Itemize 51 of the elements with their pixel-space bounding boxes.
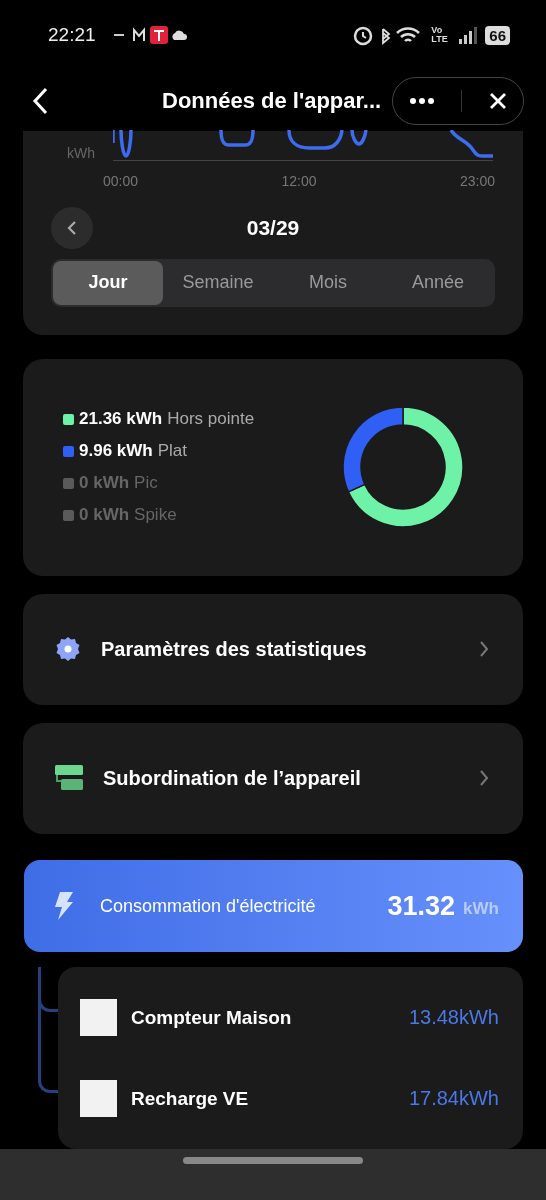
device-photo-placeholder: [80, 1080, 117, 1118]
signal-icon: [457, 26, 478, 45]
date-label: 03/29: [245, 215, 301, 240]
menu-row[interactable]: Subordination de l’appareil: [23, 722, 523, 835]
device-row[interactable]: Recharge VE 17.84kWh: [80, 1058, 499, 1140]
legend-value: 0 kWh: [79, 505, 130, 526]
page-title: Données de l'appar...: [162, 87, 382, 114]
dash-icon: [113, 34, 125, 37]
y-axis-unit: kWh: [67, 144, 96, 161]
lightning-icon: [54, 892, 74, 921]
chevron-right-icon: [479, 640, 489, 659]
battery-indicator: 66: [485, 25, 510, 45]
period-tab[interactable]: Semaine: [163, 260, 273, 305]
x-axis-label: 12:00: [281, 172, 317, 189]
more-icon: [409, 97, 434, 104]
device-consumption-value: 17.84kWh: [408, 1087, 499, 1111]
legend-label: Hors pointe: [167, 409, 255, 430]
close-icon: [488, 91, 507, 110]
bluetooth-icon: [382, 28, 391, 46]
legend-value: 21.36 kWh: [79, 409, 163, 430]
period-tab[interactable]: Mois: [273, 260, 383, 305]
network-type-label: Vo LTE: [431, 26, 449, 45]
back-icon: [32, 86, 48, 115]
legend-value: 0 kWh: [79, 473, 130, 494]
home-indicator[interactable]: [183, 1157, 363, 1165]
device-consumption-value: 13.48kWh: [408, 1006, 499, 1030]
cloud-icon: [171, 30, 187, 41]
x-axis-label: 00:00: [103, 172, 139, 189]
device-photo-placeholder: [80, 999, 117, 1037]
alarm-clock-icon: [354, 26, 373, 46]
app-notification-icon: [149, 26, 168, 45]
consumption-label: Consommation d'électricité: [100, 895, 316, 917]
consumption-value: 31.32: [387, 890, 456, 922]
device-row[interactable]: Compteur Maison 13.48kWh: [80, 977, 499, 1059]
period-tab[interactable]: Année: [383, 260, 493, 305]
gear-icon: [55, 636, 81, 663]
consumption-unit: kWh: [463, 899, 499, 920]
x-axis-label: 23:00: [459, 172, 495, 189]
status-time: 22:21: [48, 24, 96, 47]
wifi-icon: [396, 27, 421, 43]
period-tab[interactable]: Jour: [53, 260, 163, 305]
legend-label: Plat: [157, 441, 187, 462]
legend-value: 9.96 kWh: [79, 441, 153, 462]
chevron-left-icon: [67, 219, 77, 236]
chevron-right-icon: [479, 769, 489, 788]
legend-label: Spike: [134, 505, 177, 526]
stacked-layers-icon: [55, 765, 83, 792]
mail-icon: [132, 27, 145, 43]
legend-label: Pic: [134, 473, 158, 494]
previous-date-button[interactable]: [51, 206, 93, 249]
menu-row[interactable]: Paramètres des statistiques: [23, 593, 523, 705]
